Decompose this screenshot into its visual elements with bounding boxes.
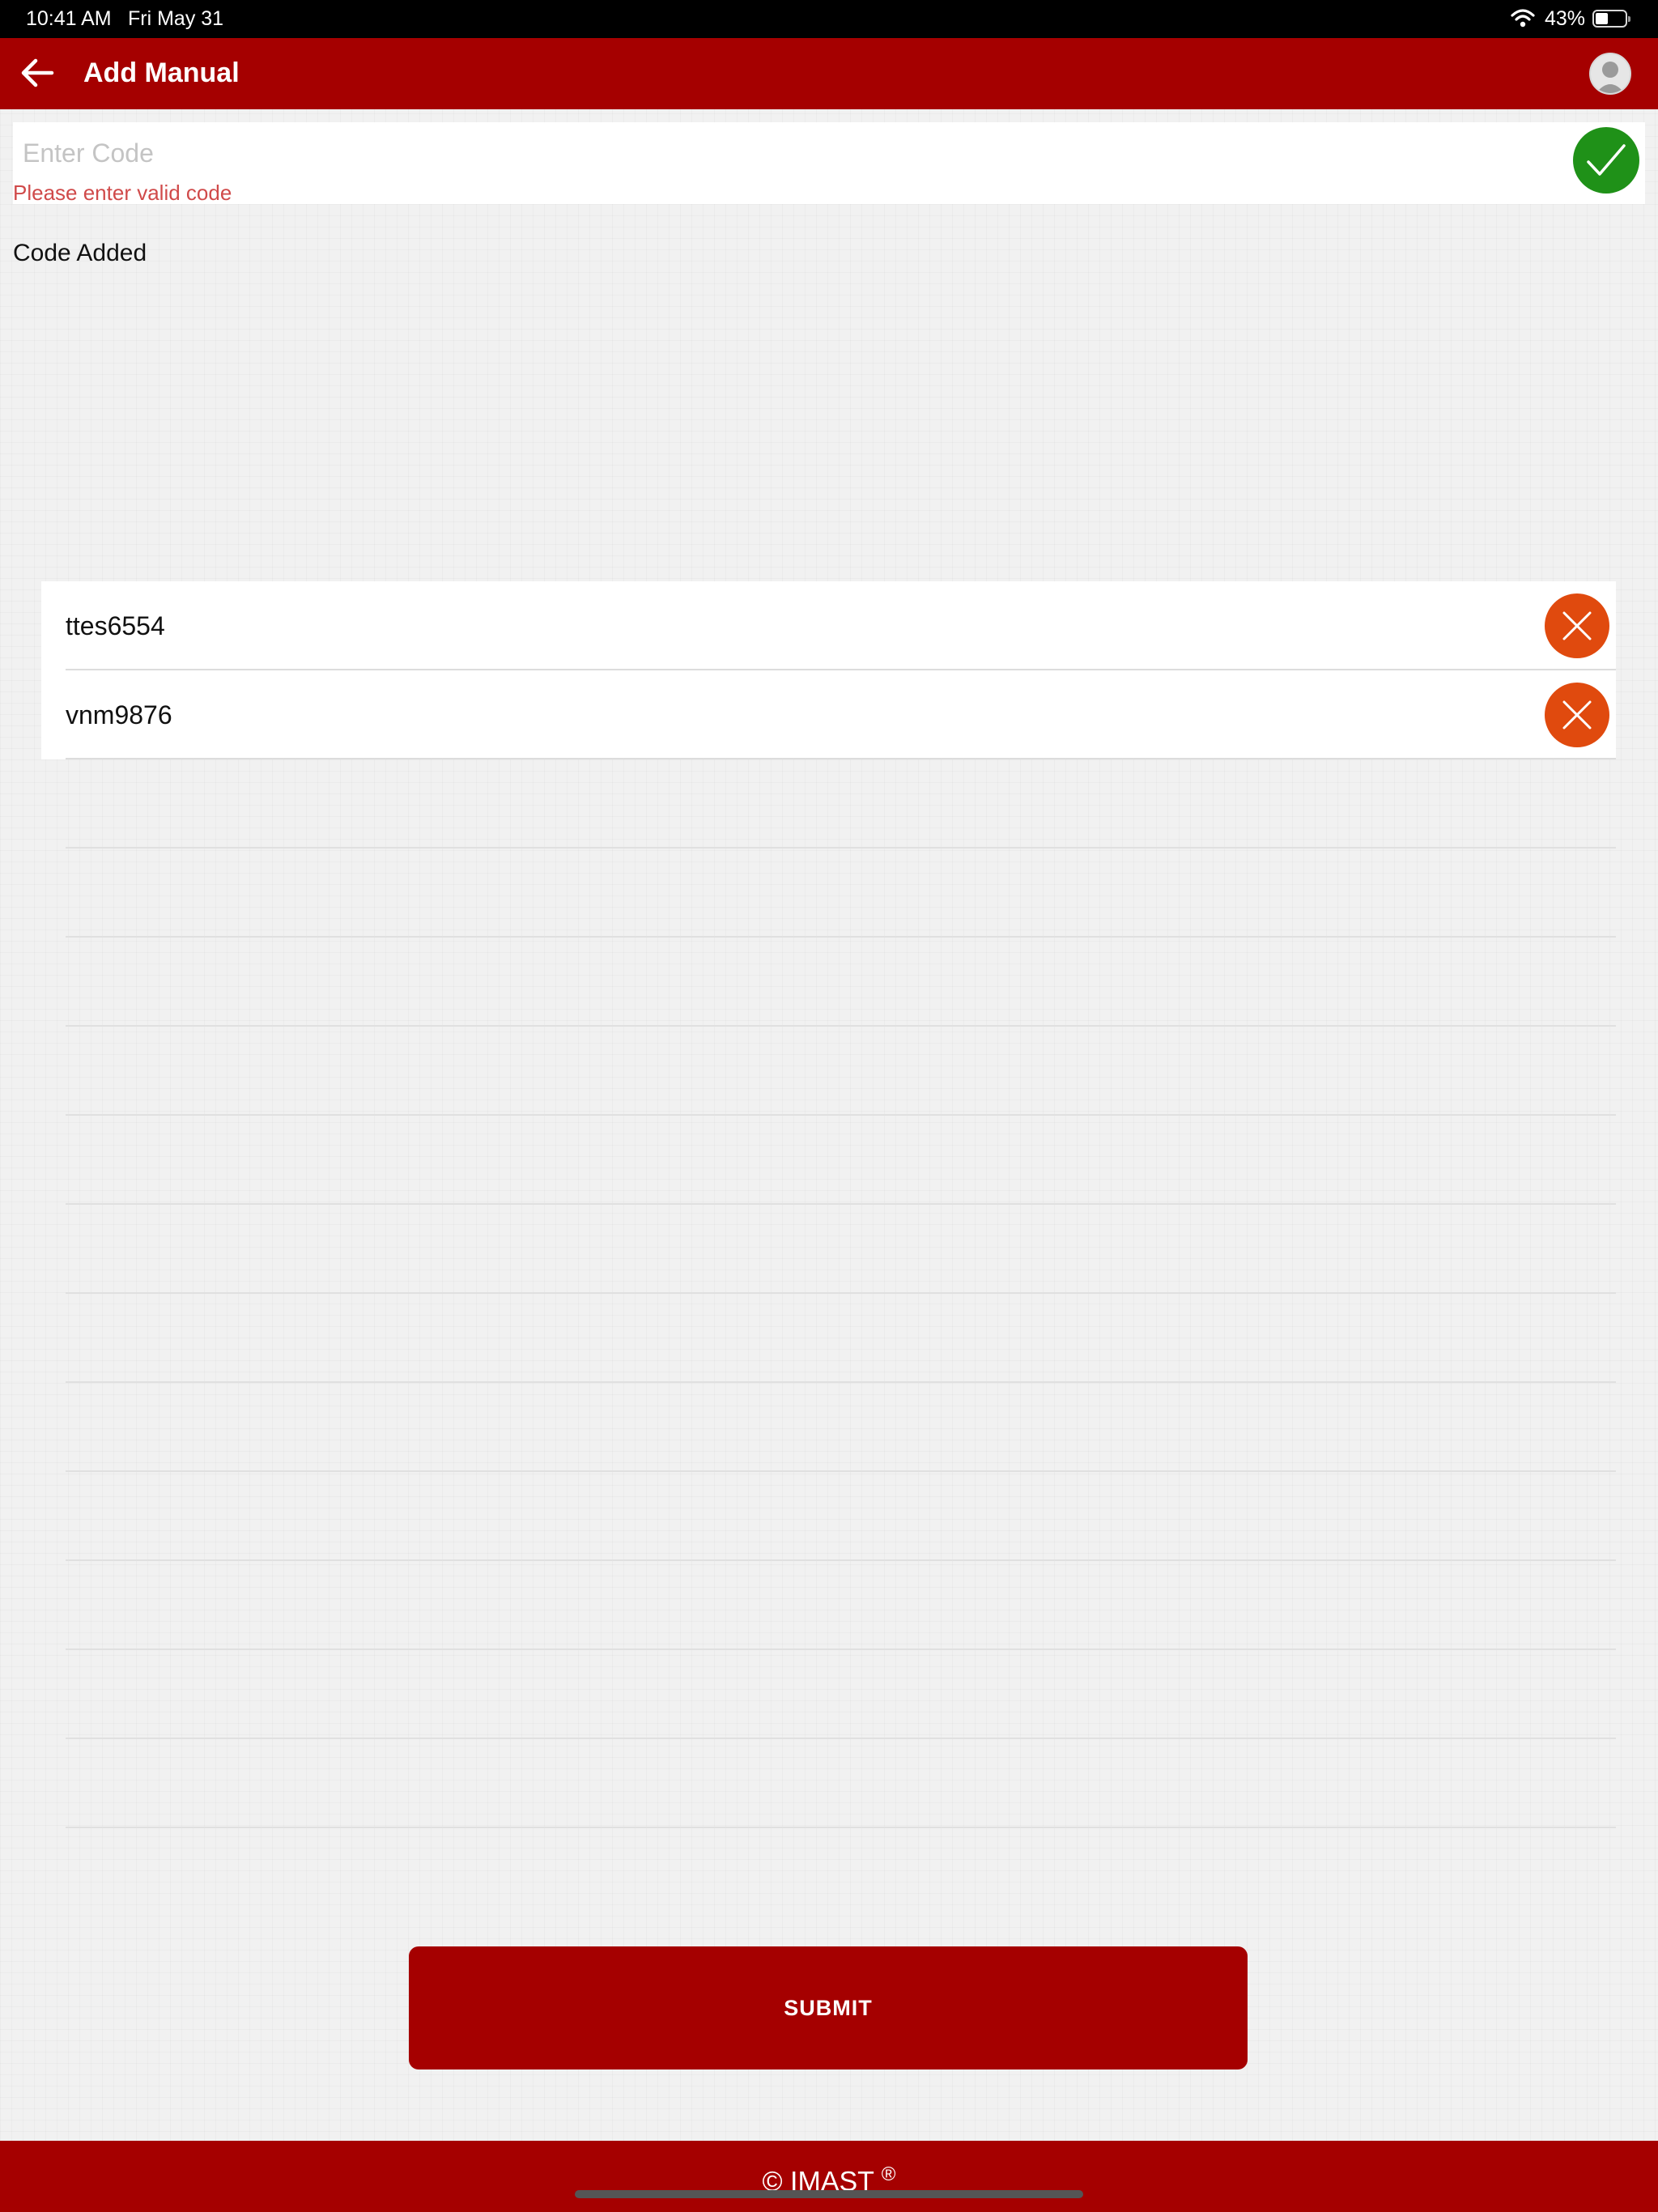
- code-entry-card: Please enter valid code: [13, 122, 1645, 205]
- submit-button[interactable]: SUBMIT: [409, 1946, 1248, 2069]
- remove-code-button[interactable]: [1545, 683, 1609, 747]
- page-title: Add Manual: [83, 57, 240, 88]
- status-bar: 10:41 AM Fri May 31 43%: [0, 0, 1658, 38]
- codes-section-label: Code Added: [13, 240, 147, 266]
- add-manual-screen: 10:41 AM Fri May 31 43% Add Manual Pleas…: [0, 0, 1658, 2212]
- code-value: ttes6554: [66, 611, 165, 640]
- row-divider: [66, 1294, 1616, 1383]
- checkmark-icon: [1587, 144, 1626, 176]
- status-date: Fri May 31: [128, 7, 224, 30]
- row-divider: [66, 1561, 1616, 1650]
- registered-symbol: ®: [881, 2163, 896, 2185]
- empty-list-area: [66, 759, 1616, 1828]
- row-divider: [66, 1027, 1616, 1116]
- close-icon: [1562, 611, 1592, 640]
- remove-code-button[interactable]: [1545, 593, 1609, 658]
- row-divider: [66, 1650, 1616, 1739]
- close-icon: [1562, 700, 1592, 730]
- row-divider: [66, 938, 1616, 1027]
- footer-bar: © IMAST ®: [0, 2141, 1658, 2212]
- codes-list: ttes6554 vnm9876: [41, 581, 1616, 759]
- row-divider: [66, 1472, 1616, 1561]
- arrow-left-icon[interactable]: [18, 54, 58, 91]
- battery-icon: [1592, 10, 1630, 28]
- battery-percent: 43%: [1545, 7, 1586, 30]
- list-item: vnm9876: [41, 670, 1616, 759]
- confirm-code-button[interactable]: [1573, 127, 1639, 194]
- row-divider: [66, 759, 1616, 849]
- code-value: vnm9876: [66, 700, 172, 730]
- row-divider: [66, 1205, 1616, 1294]
- status-time: 10:41 AM: [26, 7, 112, 30]
- battery-level: [1596, 13, 1608, 24]
- user-avatar-icon[interactable]: [1589, 53, 1631, 95]
- validation-error: Please enter valid code: [13, 181, 232, 205]
- row-divider: [66, 1383, 1616, 1472]
- home-indicator[interactable]: [575, 2190, 1083, 2198]
- row-divider: [66, 849, 1616, 938]
- wifi-icon: [1511, 9, 1535, 28]
- code-input[interactable]: [23, 135, 1561, 171]
- row-divider: [66, 1739, 1616, 1828]
- header-bar: Add Manual: [0, 38, 1658, 109]
- list-item: ttes6554: [41, 581, 1616, 670]
- row-divider: [66, 1116, 1616, 1205]
